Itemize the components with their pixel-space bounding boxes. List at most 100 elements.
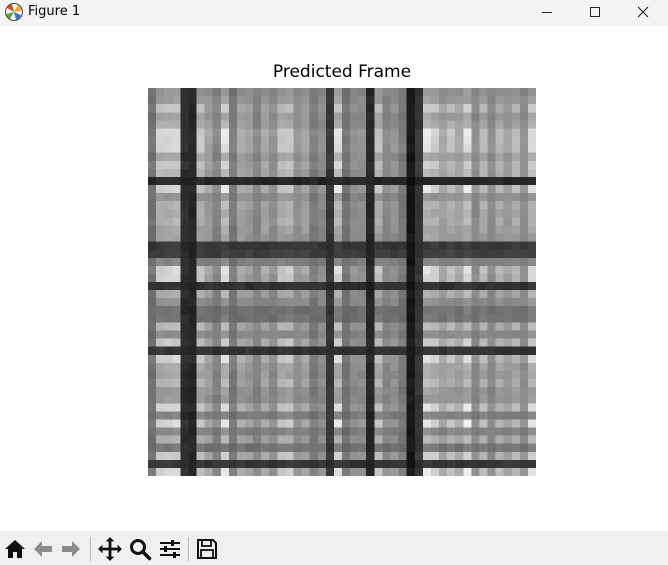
image-pixel — [422, 225, 432, 234]
image-pixel — [358, 88, 367, 97]
image-pixel — [447, 209, 456, 218]
image-pixel — [148, 443, 157, 452]
image-pixel — [414, 96, 423, 105]
image-pixel — [180, 354, 189, 363]
back-button[interactable] — [30, 536, 56, 562]
image-pixel — [245, 112, 254, 121]
image-pixel — [212, 168, 221, 178]
forward-button[interactable] — [58, 536, 84, 562]
image-pixel — [463, 435, 472, 444]
image-pixel — [511, 411, 520, 420]
pan-button[interactable] — [97, 536, 123, 562]
image-pixel — [245, 290, 254, 299]
image-pixel — [293, 144, 302, 153]
image-pixel — [325, 88, 335, 97]
image-pixel — [212, 435, 221, 444]
zoom-button[interactable] — [127, 536, 153, 562]
image-pixel — [382, 168, 391, 178]
home-button[interactable] — [2, 536, 28, 562]
minimize-button[interactable] — [524, 0, 570, 24]
image-pixel — [406, 152, 415, 161]
image-pixel — [358, 144, 367, 153]
image-pixel — [503, 201, 512, 210]
image-pixel — [156, 346, 165, 355]
image-pixel — [455, 306, 464, 315]
image-pixel — [447, 338, 456, 347]
image-pixel — [527, 233, 536, 242]
image-pixel — [519, 273, 529, 283]
image-pixel — [301, 104, 310, 113]
image-pixel — [422, 387, 432, 396]
close-button[interactable] — [620, 0, 666, 24]
image-pixel — [358, 443, 367, 452]
image-pixel — [398, 209, 407, 218]
image-pixel — [479, 112, 488, 121]
image-pixel — [479, 136, 488, 145]
image-pixel — [366, 322, 375, 331]
image-pixel — [374, 233, 383, 242]
image-pixel — [350, 459, 359, 469]
image-pixel — [212, 306, 221, 315]
image-pixel — [317, 298, 326, 307]
image-pixel — [495, 306, 504, 315]
image-pixel — [398, 459, 407, 469]
save-button[interactable] — [194, 536, 220, 562]
configure-subplots-button[interactable] — [157, 536, 183, 562]
image-pixel — [358, 241, 367, 250]
image-pixel — [463, 217, 472, 226]
image-pixel — [398, 233, 407, 242]
image-pixel — [398, 217, 407, 226]
image-pixel — [172, 467, 181, 476]
image-pixel — [382, 314, 391, 323]
image-pixel — [455, 257, 464, 266]
image-pixel — [269, 88, 278, 97]
image-pixel — [148, 370, 157, 380]
image-pixel — [366, 290, 375, 299]
image-pixel — [519, 241, 529, 250]
image-pixel — [519, 387, 529, 396]
image-pixel — [293, 136, 302, 145]
maximize-button[interactable] — [572, 0, 618, 24]
image-pixel — [164, 120, 173, 129]
image-pixel — [350, 217, 359, 226]
image-pixel — [503, 330, 512, 339]
image-pixel — [374, 209, 383, 218]
image-pixel — [212, 257, 221, 266]
image-pixel — [188, 330, 197, 339]
image-pixel — [390, 298, 399, 307]
image-pixel — [495, 201, 504, 210]
image-pixel — [317, 128, 326, 137]
image-pixel — [196, 96, 205, 105]
image-pixel — [503, 290, 512, 299]
image-pixel — [285, 330, 294, 339]
image-pixel — [148, 346, 157, 355]
image-pixel — [471, 379, 480, 388]
image-pixel — [350, 411, 359, 420]
image-pixel — [220, 104, 229, 113]
image-pixel — [325, 314, 335, 323]
image-pixel — [519, 257, 529, 266]
image-pixel — [245, 273, 254, 283]
image-pixel — [269, 273, 278, 283]
image-pixel — [164, 290, 173, 299]
image-pixel — [285, 144, 294, 153]
image-pixel — [156, 168, 165, 178]
image-pixel — [309, 298, 318, 307]
figure-canvas[interactable]: Predicted Frame — [0, 26, 668, 530]
image-pixel — [204, 467, 213, 476]
image-pixel — [269, 217, 278, 226]
image-pixel — [374, 217, 383, 226]
image-pixel — [325, 387, 335, 396]
image-pixel — [180, 427, 189, 436]
image-pixel — [188, 209, 197, 218]
image-pixel — [390, 419, 399, 428]
image-pixel — [301, 112, 310, 121]
image-pixel — [447, 96, 456, 105]
image-pixel — [164, 379, 173, 388]
image-pixel — [455, 459, 464, 469]
image-pixel — [269, 467, 278, 476]
image-pixel — [430, 306, 440, 315]
image-pixel — [180, 265, 189, 275]
image-pixel — [269, 152, 278, 161]
image-pixel — [455, 338, 464, 347]
